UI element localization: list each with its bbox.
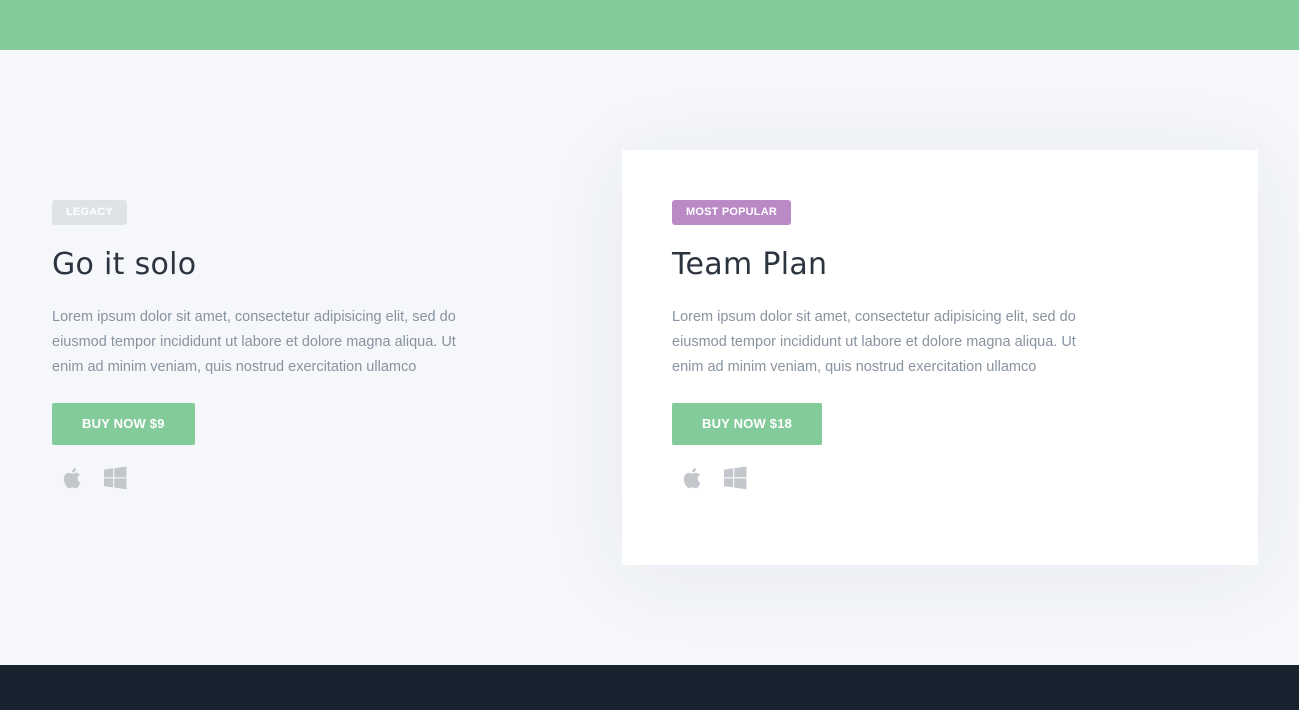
- apple-icon: [681, 465, 705, 491]
- plan-description: Lorem ipsum dolor sit amet, consectetur …: [672, 309, 1076, 375]
- most-popular-badge: MOST POPULAR: [672, 200, 792, 225]
- buy-now-button[interactable]: BUY NOW $18: [672, 403, 823, 445]
- plan-title: Team Plan: [672, 247, 828, 282]
- windows-icon: [723, 465, 747, 491]
- plan-card-solo: LEGACY Go it solo Lorem ipsum dolor sit …: [0, 150, 560, 565]
- platform-icons: [52, 465, 508, 491]
- top-header-band: [0, 0, 1299, 50]
- buy-now-button[interactable]: BUY NOW $9: [52, 403, 195, 445]
- footer-band: [0, 665, 1299, 710]
- plan-title: Go it solo: [52, 247, 197, 282]
- platform-icons: [672, 465, 1208, 491]
- plan-description: Lorem ipsum dolor sit amet, consectetur …: [52, 309, 456, 375]
- plan-card-team: MOST POPULAR Team Plan Lorem ipsum dolor…: [622, 150, 1258, 565]
- windows-icon: [103, 465, 127, 491]
- apple-icon: [61, 465, 85, 491]
- legacy-badge: LEGACY: [52, 200, 128, 225]
